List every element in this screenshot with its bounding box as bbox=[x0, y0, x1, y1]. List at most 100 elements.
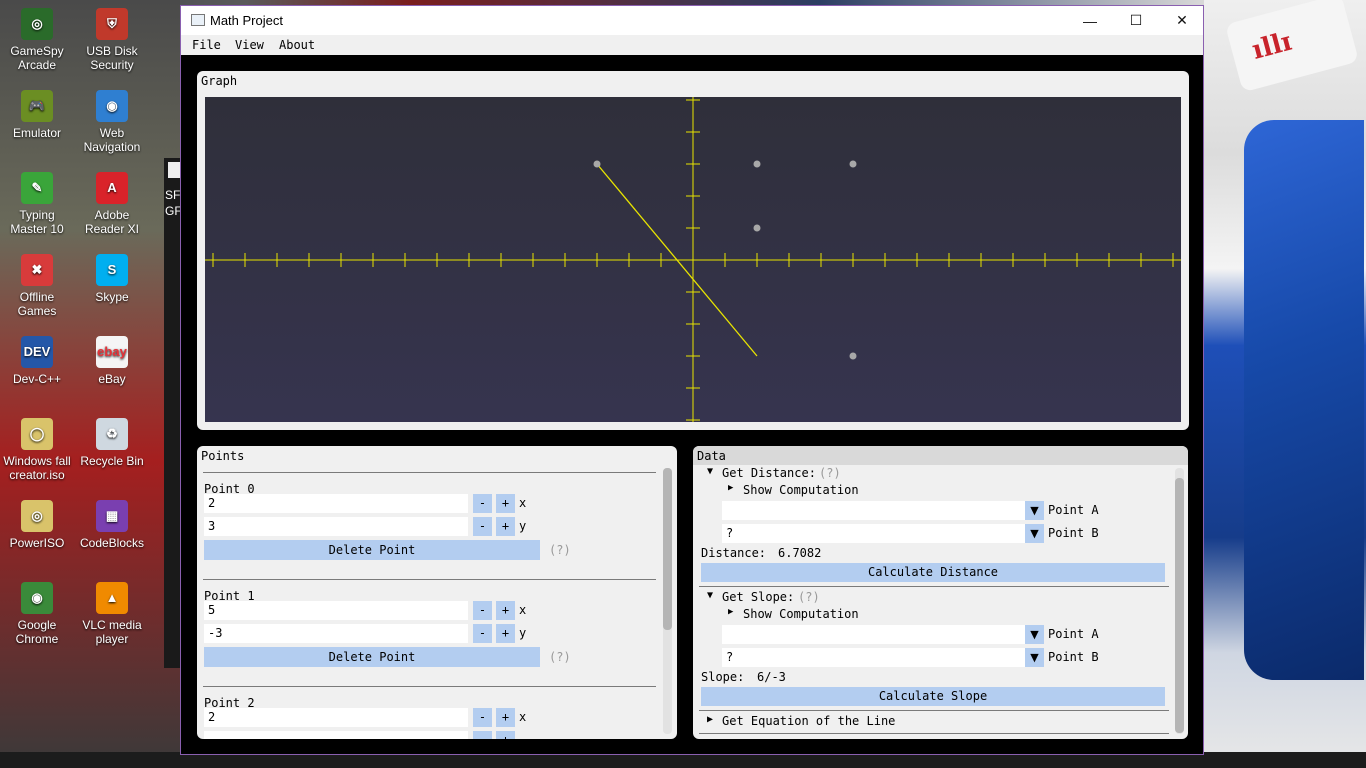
y-decrement-button[interactable]: - bbox=[473, 624, 492, 643]
desktop-shortcut-label: CodeBlocks bbox=[79, 536, 145, 550]
minimize-button[interactable]: — bbox=[1067, 6, 1113, 35]
get-distance-header[interactable]: Get Distance: bbox=[722, 466, 816, 480]
x-increment-button[interactable]: + bbox=[496, 494, 515, 513]
collapsed-arrow-icon[interactable]: ▶ bbox=[728, 483, 733, 493]
distance-result-value: 6.7082 bbox=[778, 546, 822, 560]
data-scrollbar[interactable] bbox=[1175, 468, 1184, 734]
menu-file[interactable]: File bbox=[192, 38, 221, 52]
games-icon: ✖ bbox=[21, 254, 53, 286]
point-y-input[interactable]: -3 bbox=[204, 624, 468, 643]
points-title: Points bbox=[201, 449, 245, 463]
graph-point bbox=[593, 160, 601, 168]
x-axis-label: x bbox=[519, 710, 527, 724]
collapsed-arrow-icon[interactable]: ▶ bbox=[728, 607, 733, 617]
data-title-bar bbox=[693, 446, 1188, 465]
desktop-shortcut[interactable]: ◉ Web Navigation bbox=[76, 86, 148, 154]
help-icon[interactable]: (?) bbox=[819, 466, 841, 480]
point-x-input[interactable]: 2 bbox=[204, 494, 468, 513]
desktop-shortcut[interactable]: S Skype bbox=[76, 250, 148, 304]
typing-master-icon: ✎ bbox=[21, 172, 53, 204]
point-a-dropdown[interactable] bbox=[722, 501, 1025, 520]
points-scrollbar-thumb[interactable] bbox=[663, 468, 672, 630]
x-decrement-button[interactable]: - bbox=[473, 494, 492, 513]
help-icon[interactable]: (?) bbox=[549, 650, 571, 664]
desktop-shortcut[interactable]: ✖ Offline Games bbox=[1, 250, 73, 318]
gamespy-icon: ◎ bbox=[21, 8, 53, 40]
desktop-shortcut-label: Web Navigation bbox=[83, 126, 141, 154]
graph-point bbox=[753, 160, 761, 168]
delete-point-button[interactable]: Delete Point bbox=[204, 540, 540, 560]
desktop-shortcut[interactable]: ◯ Windows fall creator.iso bbox=[1, 414, 73, 482]
graph-canvas[interactable] bbox=[205, 97, 1181, 422]
expanded-arrow-icon[interactable]: ▼ bbox=[707, 466, 713, 477]
desktop-shortcut-label: Adobe Reader XI bbox=[84, 208, 140, 236]
dropdown-arrow-icon[interactable]: ▼ bbox=[1025, 501, 1044, 520]
close-button[interactable]: ✕ bbox=[1159, 6, 1205, 35]
help-icon[interactable]: (?) bbox=[798, 590, 820, 604]
y-decrement-button[interactable]: - bbox=[473, 517, 492, 536]
graph-title: Graph bbox=[201, 74, 238, 88]
y-increment-button[interactable]: + bbox=[496, 517, 515, 536]
desktop-shortcut[interactable]: ebay eBay bbox=[76, 332, 148, 386]
desktop-shortcut[interactable]: ⛨ USB Disk Security bbox=[76, 4, 148, 72]
points-panel: Points Point 0 2 - + x 3 - + y Delete Po… bbox=[197, 446, 677, 739]
graph-point bbox=[753, 224, 761, 232]
vlc-icon: ▲ bbox=[96, 582, 128, 614]
point-x-input[interactable]: 2 bbox=[204, 708, 468, 727]
show-computation-toggle[interactable]: Show Computation bbox=[743, 483, 859, 497]
slope-result-label: Slope: bbox=[701, 670, 745, 684]
help-icon[interactable]: (?) bbox=[549, 543, 571, 557]
dropdown-arrow-icon[interactable]: ▼ bbox=[1025, 524, 1044, 543]
x-increment-button[interactable]: + bbox=[496, 601, 515, 620]
desktop-shortcut[interactable]: ♻ Recycle Bin bbox=[76, 414, 148, 468]
divider bbox=[203, 579, 656, 580]
y-increment-button[interactable]: + bbox=[496, 731, 515, 739]
distance-result-label: Distance: bbox=[701, 546, 767, 560]
desktop-shortcut[interactable]: ✎ Typing Master 10 bbox=[1, 168, 73, 236]
points-scrollbar[interactable] bbox=[663, 468, 672, 734]
recycle-bin-icon: ♻ bbox=[96, 418, 128, 450]
data-scrollbar-thumb[interactable] bbox=[1175, 478, 1184, 733]
desktop-shortcut[interactable]: 🎮 Emulator bbox=[1, 86, 73, 140]
desktop-shortcut[interactable]: A Adobe Reader XI bbox=[76, 168, 148, 236]
point-y-input[interactable] bbox=[204, 731, 468, 739]
graph-point bbox=[849, 352, 857, 360]
x-decrement-button[interactable]: - bbox=[473, 601, 492, 620]
y-decrement-button[interactable]: - bbox=[473, 731, 492, 739]
wallpaper-stripe bbox=[1244, 120, 1364, 680]
get-equation-header[interactable]: Get Equation of the Line bbox=[722, 714, 895, 728]
desktop-shortcut[interactable]: ◉ Google Chrome bbox=[1, 578, 73, 646]
file-icon bbox=[168, 162, 180, 178]
y-axis-label: y bbox=[519, 626, 527, 640]
point-a-dropdown[interactable] bbox=[722, 625, 1025, 644]
y-increment-button[interactable]: + bbox=[496, 624, 515, 643]
x-increment-button[interactable]: + bbox=[496, 708, 515, 727]
calculate-slope-button[interactable]: Calculate Slope bbox=[701, 687, 1165, 706]
menu-about[interactable]: About bbox=[279, 38, 315, 52]
divider bbox=[699, 733, 1169, 734]
desktop-shortcut[interactable]: ◎ PowerISO bbox=[1, 496, 73, 550]
maximize-button[interactable]: ☐ bbox=[1113, 6, 1159, 35]
devcpp-icon: DEV bbox=[21, 336, 53, 368]
divider bbox=[699, 586, 1169, 587]
menu-view[interactable]: View bbox=[235, 38, 264, 52]
dropdown-arrow-icon[interactable]: ▼ bbox=[1025, 625, 1044, 644]
title-bar[interactable]: Math Project — ☐ ✕ bbox=[181, 6, 1203, 35]
dropdown-arrow-icon[interactable]: ▼ bbox=[1025, 648, 1044, 667]
x-decrement-button[interactable]: - bbox=[473, 708, 492, 727]
delete-point-button[interactable]: Delete Point bbox=[204, 647, 540, 667]
desktop-shortcut[interactable]: ▲ VLC media player bbox=[76, 578, 148, 646]
point-x-input[interactable]: 5 bbox=[204, 601, 468, 620]
point-y-input[interactable]: 3 bbox=[204, 517, 468, 536]
desktop-shortcut[interactable]: ◎ GameSpy Arcade bbox=[1, 4, 73, 72]
expanded-arrow-icon[interactable]: ▼ bbox=[707, 590, 713, 601]
desktop-shortcut[interactable]: DEV Dev-C++ bbox=[1, 332, 73, 386]
show-computation-toggle[interactable]: Show Computation bbox=[743, 607, 859, 621]
collapsed-arrow-icon[interactable]: ▶ bbox=[707, 714, 713, 725]
get-slope-header[interactable]: Get Slope: bbox=[722, 590, 794, 604]
point-b-dropdown[interactable]: ? bbox=[722, 648, 1025, 667]
desktop-shortcut[interactable]: ▦ CodeBlocks bbox=[76, 496, 148, 550]
calculate-distance-button[interactable]: Calculate Distance bbox=[701, 563, 1165, 582]
divider bbox=[699, 710, 1169, 711]
point-b-dropdown[interactable]: ? bbox=[722, 524, 1025, 543]
